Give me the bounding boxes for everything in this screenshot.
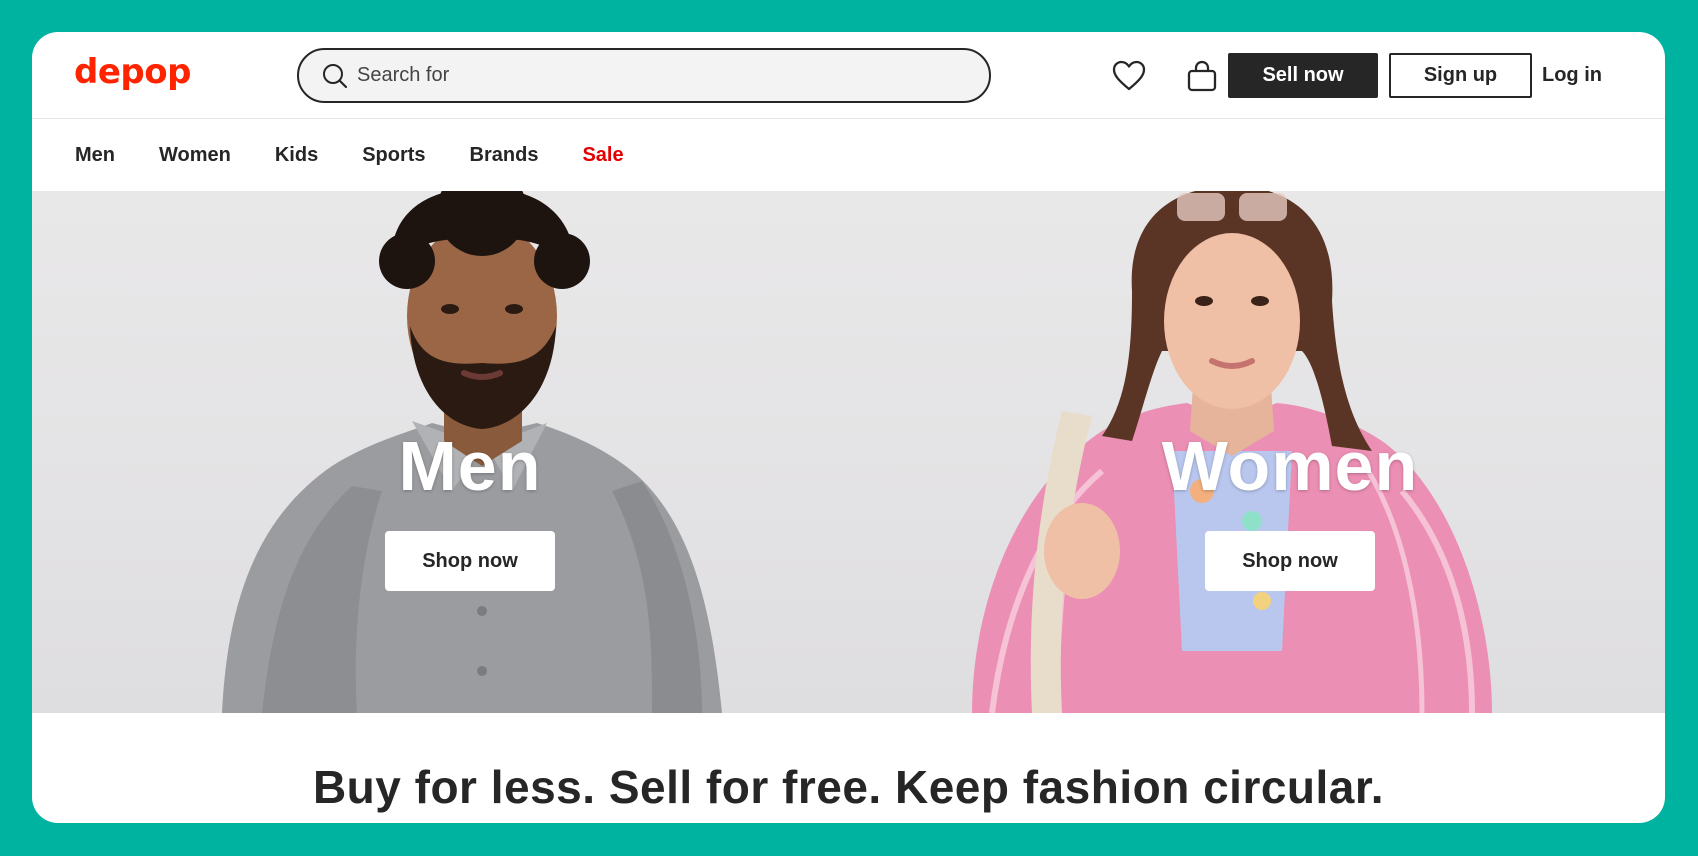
sell-now-button[interactable]: Sell now xyxy=(1228,53,1378,98)
nav-item-women[interactable]: Women xyxy=(159,144,231,167)
hero-women-title: Women xyxy=(1161,427,1419,505)
category-nav: Men Women Kids Sports Brands Sale xyxy=(32,120,1665,190)
favorites-button[interactable] xyxy=(1109,56,1149,96)
shopping-bag-icon xyxy=(1187,60,1217,92)
sign-up-button[interactable]: Sign up xyxy=(1389,53,1532,98)
heart-icon xyxy=(1112,60,1146,91)
nav-item-sports[interactable]: Sports xyxy=(362,144,425,167)
nav-item-men[interactable]: Men xyxy=(75,144,115,167)
hero-banner: Men Shop now Women Shop now xyxy=(32,191,1665,713)
shop-men-button[interactable]: Shop now xyxy=(385,531,555,591)
search-bar[interactable] xyxy=(297,48,991,103)
log-in-button[interactable]: Log in xyxy=(1542,53,1622,98)
search-input[interactable] xyxy=(357,64,957,87)
nav-item-sale[interactable]: Sale xyxy=(582,144,623,167)
bag-button[interactable] xyxy=(1182,56,1222,96)
nav-item-kids[interactable]: Kids xyxy=(275,144,318,167)
tagline-heading: Buy for less. Sell for free. Keep fashio… xyxy=(312,761,1385,813)
nav-item-brands[interactable]: Brands xyxy=(470,144,539,167)
depop-logo[interactable]: depop xyxy=(74,52,191,92)
hero-men-title: Men xyxy=(398,427,542,505)
browser-page: depop Sell now Sign up Log in Men Women xyxy=(32,32,1665,823)
site-header: depop Sell now Sign up Log in xyxy=(32,32,1665,119)
shop-women-button[interactable]: Shop now xyxy=(1205,531,1375,591)
search-icon xyxy=(323,63,348,88)
